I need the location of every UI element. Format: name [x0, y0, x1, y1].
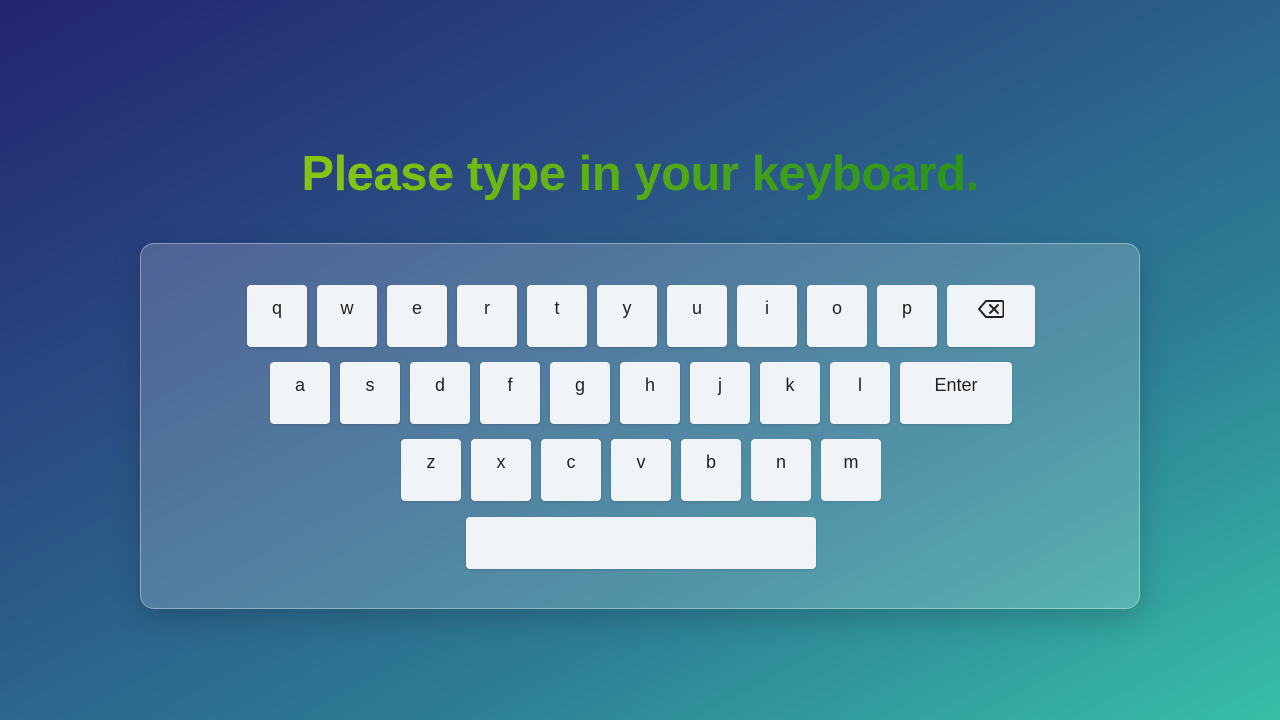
- backspace-icon: [978, 300, 1005, 323]
- enter-key[interactable]: Enter: [900, 362, 1012, 424]
- key-w[interactable]: w: [317, 285, 377, 347]
- page-title: Please type in your keyboard.: [0, 146, 1280, 202]
- key-r[interactable]: r: [457, 285, 517, 347]
- key-p[interactable]: p: [877, 285, 937, 347]
- key-o[interactable]: o: [807, 285, 867, 347]
- key-m[interactable]: m: [821, 439, 881, 501]
- key-f[interactable]: f: [480, 362, 540, 424]
- key-k[interactable]: k: [760, 362, 820, 424]
- key-u[interactable]: u: [667, 285, 727, 347]
- key-q[interactable]: q: [247, 285, 307, 347]
- key-h[interactable]: h: [620, 362, 680, 424]
- key-a[interactable]: a: [270, 362, 330, 424]
- virtual-keyboard: q w e r t y u i o p a s d f g h j k l En…: [140, 243, 1140, 609]
- key-j[interactable]: j: [690, 362, 750, 424]
- key-x[interactable]: x: [471, 439, 531, 501]
- space-key[interactable]: [466, 517, 816, 569]
- key-i[interactable]: i: [737, 285, 797, 347]
- key-v[interactable]: v: [611, 439, 671, 501]
- key-s[interactable]: s: [340, 362, 400, 424]
- key-t[interactable]: t: [527, 285, 587, 347]
- key-y[interactable]: y: [597, 285, 657, 347]
- key-g[interactable]: g: [550, 362, 610, 424]
- key-n[interactable]: n: [751, 439, 811, 501]
- key-e[interactable]: e: [387, 285, 447, 347]
- key-z[interactable]: z: [401, 439, 461, 501]
- key-b[interactable]: b: [681, 439, 741, 501]
- key-d[interactable]: d: [410, 362, 470, 424]
- key-l[interactable]: l: [830, 362, 890, 424]
- key-c[interactable]: c: [541, 439, 601, 501]
- backspace-key[interactable]: [947, 285, 1035, 347]
